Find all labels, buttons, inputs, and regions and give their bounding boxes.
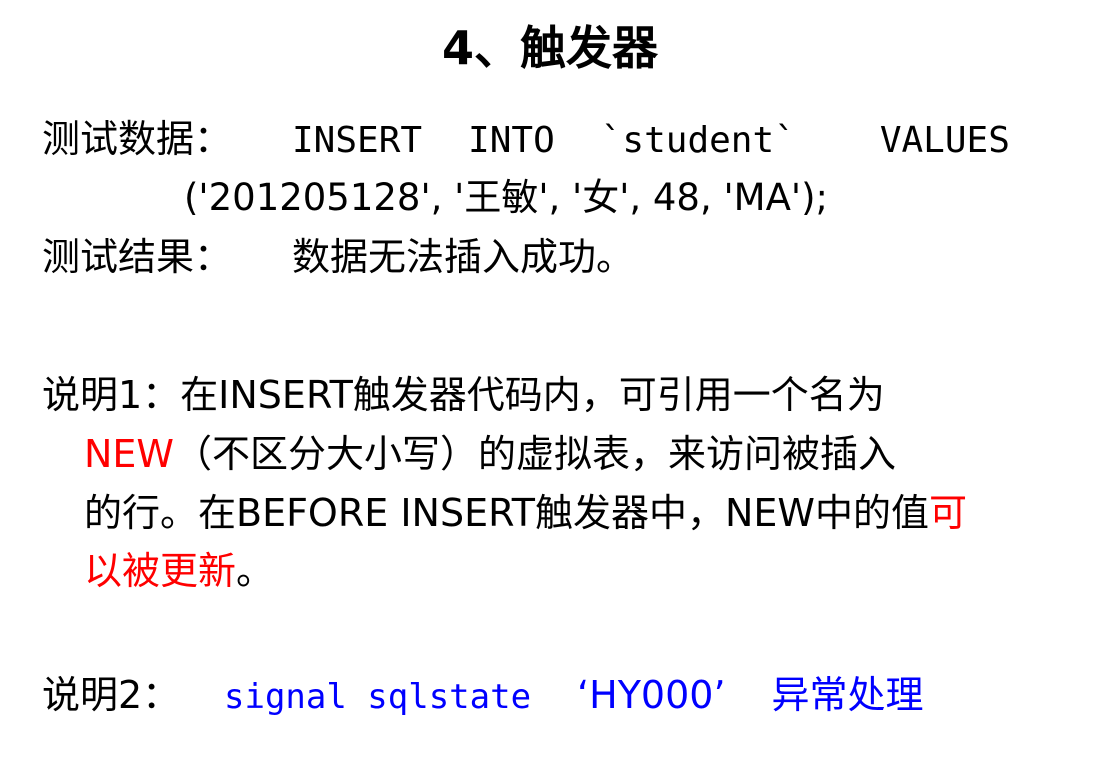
note1-line4-tail: 。 bbox=[236, 549, 275, 593]
sqlstate-value: ‘HY000’ bbox=[577, 673, 726, 717]
note2-label: 说明2： bbox=[42, 673, 181, 717]
test-result-label: 测试结果： bbox=[42, 235, 233, 279]
note1-line2-text: （不区分大小写）的虚拟表，来访问被插入 bbox=[174, 432, 897, 476]
signal-sqlstate-code: signal sqlstate bbox=[224, 677, 532, 717]
note1-line1: 说明1：在INSERT触发器代码内，可引用一个名为 bbox=[42, 373, 885, 417]
note1-line3-text: 的行。在BEFORE INSERT触发器中，NEW中的值 bbox=[84, 491, 929, 535]
note1-highlight-start: 可 bbox=[928, 491, 967, 535]
sql-values-keyword: VALUES bbox=[879, 120, 1010, 161]
test-result-text: 数据无法插入成功。 bbox=[292, 235, 635, 279]
slide: 4、触发器 测试数据： INSERT INTO `student` VALUES ('2… bbox=[0, 0, 1100, 766]
sql-insert-keyword: INSERT bbox=[292, 120, 423, 161]
exception-handling-text: 异常处理 bbox=[771, 673, 924, 717]
test-data-label: 测试数据： bbox=[42, 117, 233, 161]
note2-line: 说明2： signal sqlstate ‘HY000’ 异常处理 bbox=[42, 670, 924, 722]
sql-values-tuple: ('201205128', '王敏', '女', 48, 'MA'); bbox=[184, 176, 828, 219]
sql-table-name: `student` bbox=[600, 120, 796, 161]
note1-highlight-end: 以被更新 bbox=[84, 549, 237, 593]
note1-line2: NEW（不区分大小写）的虚拟表，来访问被插入 bbox=[84, 429, 896, 479]
slide-title: 4、触发器 bbox=[441, 21, 658, 75]
new-keyword-highlight: NEW bbox=[84, 432, 175, 476]
note1-line3: 的行。在BEFORE INSERT触发器中，NEW中的值可 bbox=[84, 488, 967, 538]
note1-line4: 以被更新。 bbox=[84, 546, 274, 596]
test-result-line: 测试结果： 数据无法插入成功。 bbox=[42, 232, 634, 282]
test-data-line: 测试数据： INSERT INTO `student` VALUES bbox=[42, 114, 1042, 166]
sql-into-keyword: INTO bbox=[468, 120, 555, 161]
